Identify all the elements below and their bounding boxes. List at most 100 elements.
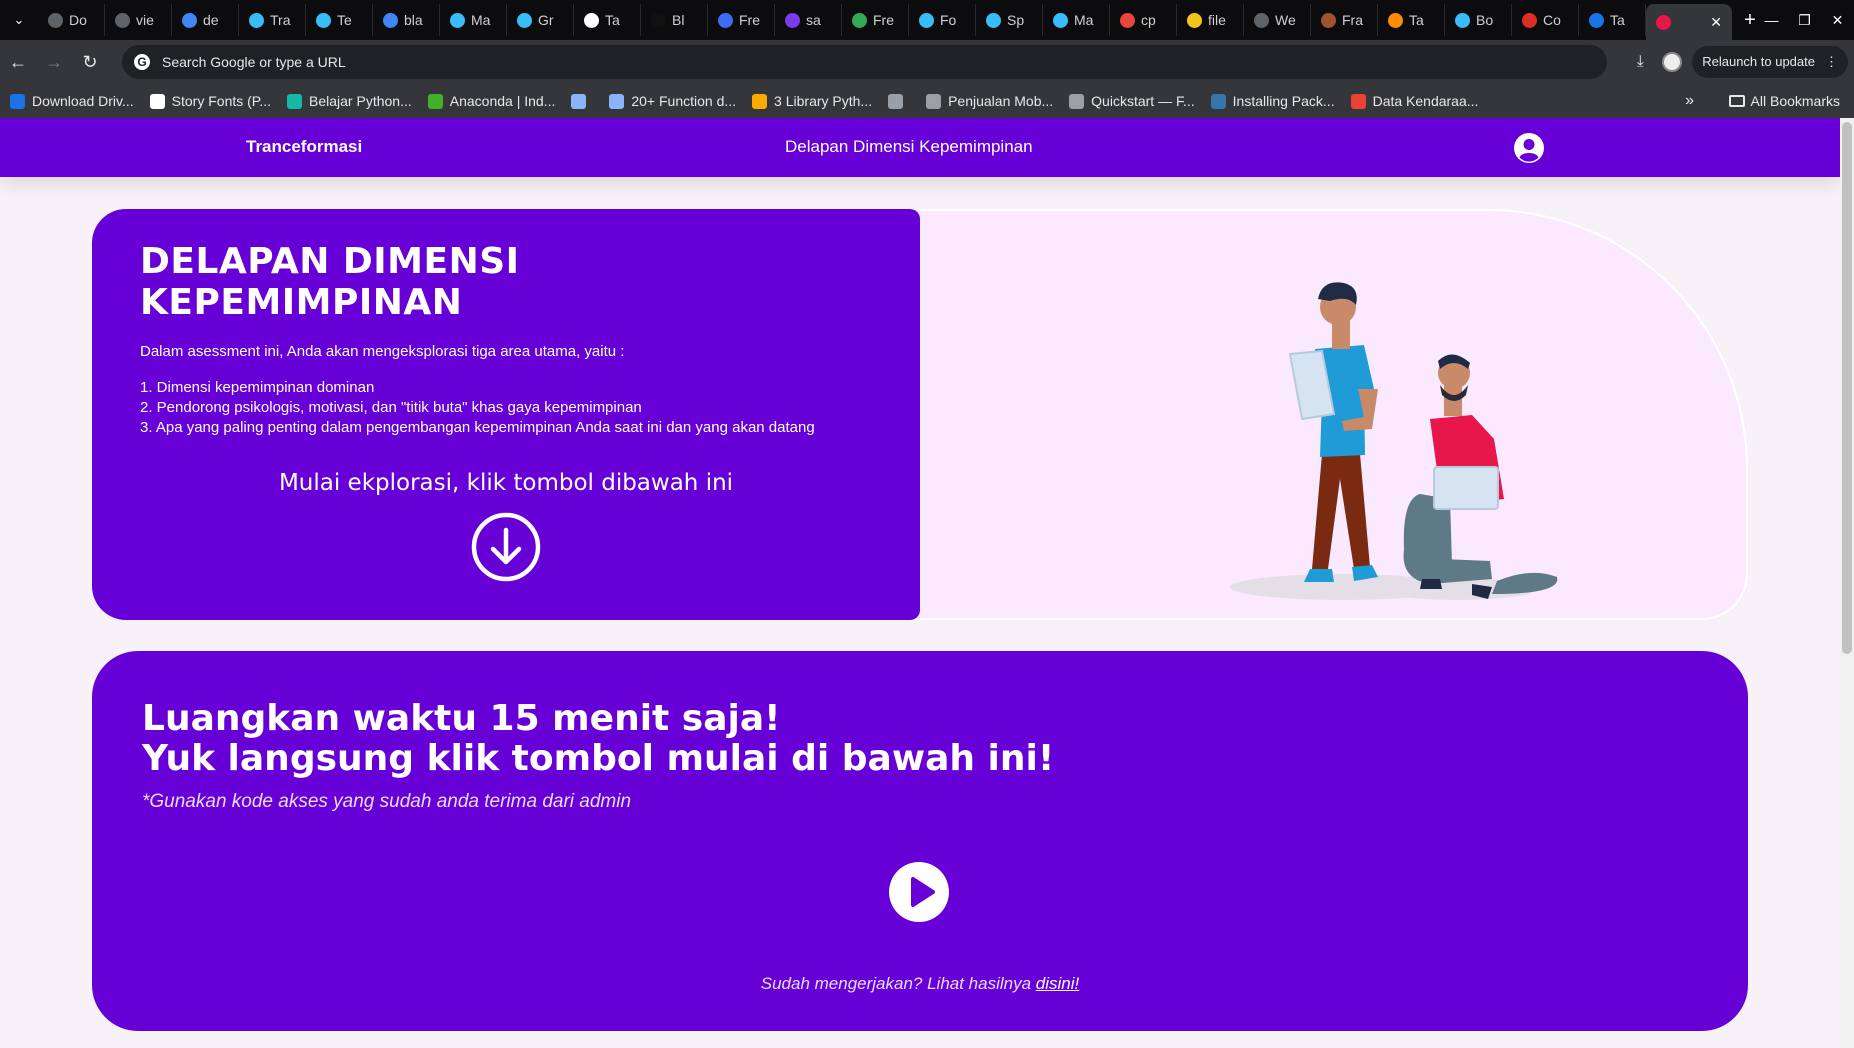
tab-label: Fo	[940, 12, 957, 28]
tab-favicon-icon	[383, 12, 398, 28]
close-window-icon[interactable]: ✕	[1821, 12, 1854, 29]
browser-tab[interactable]: Sp	[976, 4, 1043, 36]
bookmark-item[interactable]: 3 Library Pyth...	[752, 93, 872, 109]
browser-tab[interactable]: Ta	[1378, 4, 1445, 36]
bookmark-item[interactable]	[888, 93, 910, 109]
address-bar-placeholder: Search Google or type a URL	[162, 54, 346, 70]
bookmark-favicon-icon	[571, 93, 587, 109]
tab-favicon-icon	[450, 12, 465, 28]
browser-tab[interactable]: de	[172, 4, 239, 36]
restore-icon[interactable]: ❐	[1788, 12, 1821, 29]
scrollbar-thumb[interactable]	[1842, 122, 1852, 654]
browser-tab[interactable]: Tra	[239, 4, 306, 36]
bookmark-item[interactable]: Story Fonts (P...	[149, 93, 271, 109]
browser-tab[interactable]: bla	[373, 4, 440, 36]
browser-tab-bar: ⌄ Do vie de Tra Te bla Ma Gr Ta Bl Fre sa Fre Fo Sp Ma c…	[0, 0, 1854, 40]
back-icon[interactable]: ←	[0, 52, 36, 73]
tab-label: Sp	[1007, 12, 1025, 28]
hero-title: DELAPAN DIMENSI KEPEMIMPINAN	[140, 241, 520, 323]
tab-favicon-icon	[517, 12, 532, 28]
tab-label: sa	[806, 12, 821, 28]
browser-tab[interactable]: vie	[105, 4, 172, 36]
active-browser-tab[interactable]: ✕	[1646, 4, 1732, 40]
bookmark-item[interactable]: Penjualan Mob...	[926, 93, 1053, 109]
bookmark-favicon-icon	[10, 93, 25, 109]
tab-favicon-icon	[1120, 12, 1135, 28]
browser-tab[interactable]: Fre	[842, 4, 909, 36]
results-footer-text: Sudah mengerjakan? Lihat hasilnya	[760, 974, 1036, 993]
browser-tab[interactable]: Te	[306, 4, 373, 36]
bookmark-favicon-icon	[149, 93, 165, 109]
tab-label: Tra	[270, 12, 291, 28]
profile-avatar[interactable]	[1662, 52, 1683, 72]
tab-label: Ta	[605, 12, 620, 28]
bookmark-item[interactable]: Belajar Python...	[287, 93, 412, 109]
bookmark-item[interactable]: 20+ Function d...	[609, 93, 736, 109]
browser-tab[interactable]: Ta	[574, 4, 641, 36]
tab-favicon-icon	[1455, 12, 1470, 28]
browser-tab[interactable]: Bo	[1445, 4, 1512, 36]
user-account-icon[interactable]	[1513, 132, 1545, 164]
tab-label: Do	[69, 12, 87, 28]
bookmark-item[interactable]: Data Kendaraa...	[1350, 93, 1479, 109]
scroll-down-button[interactable]	[471, 512, 541, 582]
browser-tab[interactable]: Gr	[507, 4, 574, 36]
browser-tab[interactable]: Do	[38, 4, 105, 36]
close-tab-icon[interactable]: ✕	[1710, 14, 1722, 31]
bookmark-favicon-icon	[926, 93, 942, 109]
browser-tab[interactable]: Fra	[1311, 4, 1378, 36]
address-bar[interactable]: G Search Google or type a URL	[122, 45, 1607, 79]
bookmark-label: Data Kendaraa...	[1372, 93, 1479, 109]
bookmark-favicon-icon	[1350, 93, 1366, 109]
bookmark-label: Installing Pack...	[1232, 93, 1335, 109]
all-bookmarks-label: All Bookmarks	[1750, 93, 1840, 109]
browser-tab[interactable]: Fo	[909, 4, 976, 36]
browser-tab[interactable]: Ma	[1043, 4, 1110, 36]
list-item: 3. Apa yang paling penting dalam pengemb…	[140, 419, 815, 436]
more-vert-icon: ⋮	[1825, 54, 1838, 69]
bookmark-item[interactable]: Anaconda | Ind...	[427, 93, 555, 109]
bookmarks-overflow-icon[interactable]: »	[1685, 92, 1694, 110]
start-assessment-card: Luangkan waktu 15 menit saja! Yuk langsu…	[92, 651, 1748, 1031]
window-controls: — ❐ ✕	[1755, 0, 1854, 40]
forward-icon[interactable]: →	[36, 52, 72, 73]
browser-tab[interactable]: Co	[1512, 4, 1579, 36]
bookmark-favicon-icon	[427, 93, 443, 109]
results-link[interactable]: disini!	[1036, 974, 1079, 993]
browser-tab[interactable]: file	[1177, 4, 1244, 36]
start-play-button[interactable]	[889, 862, 949, 922]
tab-favicon-icon	[316, 12, 331, 28]
tab-label: Fre	[739, 12, 760, 28]
tab-label: Fra	[1342, 12, 1363, 28]
browser-tab[interactable]: Ta	[1579, 4, 1646, 36]
page-viewport: Tranceformasi Delapan Dimensi Kepemimpin…	[0, 118, 1854, 1048]
bookmark-item[interactable]	[571, 93, 593, 109]
bookmark-item[interactable]: Quickstart — F...	[1069, 93, 1195, 109]
browser-tab[interactable]: sa	[775, 4, 842, 36]
download-icon[interactable]: ⤓	[1628, 53, 1652, 71]
start-heading-line1: Luangkan waktu 15 menit saja!	[142, 698, 781, 739]
tab-label: Co	[1543, 12, 1561, 28]
reload-icon[interactable]: ↻	[72, 52, 108, 73]
nav-page-title[interactable]: Delapan Dimensi Kepemimpinan	[785, 137, 1033, 157]
browser-tab[interactable]: We	[1244, 4, 1311, 36]
browser-tab[interactable]: Ma	[440, 4, 507, 36]
page-scrollbar[interactable]	[1840, 118, 1854, 1048]
browser-tab[interactable]: cp	[1110, 4, 1177, 36]
bookmark-item[interactable]: Download Driv...	[10, 93, 134, 109]
bookmark-item[interactable]: Installing Pack...	[1210, 93, 1335, 109]
bookmark-favicon-icon	[1210, 93, 1226, 109]
browser-tab[interactable]: Bl	[641, 4, 708, 36]
all-bookmarks-button[interactable]: All Bookmarks	[1728, 93, 1840, 109]
brand-link[interactable]: Tranceformasi	[246, 137, 362, 157]
tab-favicon-icon	[1388, 12, 1403, 28]
tab-label: bla	[404, 12, 423, 28]
folder-icon	[1728, 95, 1745, 107]
tab-search-chevron-icon[interactable]: ⌄	[0, 0, 38, 40]
tab-label: Bl	[672, 12, 685, 28]
tab-favicon-icon	[1656, 14, 1671, 30]
minimize-icon[interactable]: —	[1755, 12, 1788, 28]
browser-tab[interactable]: Fre	[708, 4, 775, 36]
bookmark-label: Download Driv...	[32, 93, 134, 109]
relaunch-button[interactable]: Relaunch to update ⋮	[1692, 46, 1848, 78]
